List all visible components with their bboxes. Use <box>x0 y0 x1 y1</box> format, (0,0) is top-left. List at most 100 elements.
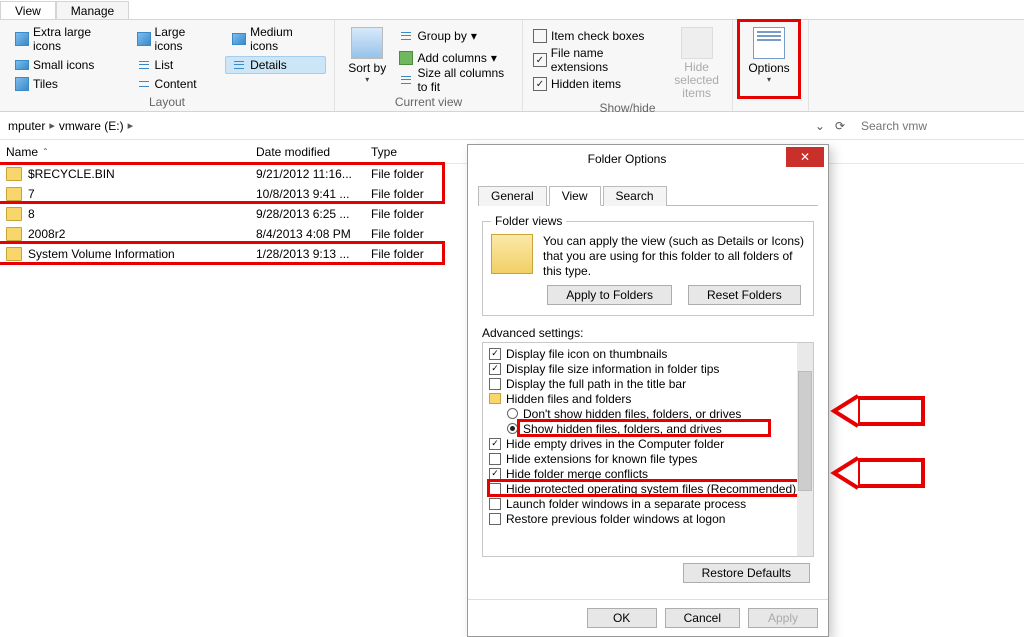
layout-tiles[interactable]: Tiles <box>8 75 124 93</box>
list-icon <box>137 58 151 72</box>
group-by-button[interactable]: Group by ▾ <box>397 26 514 46</box>
checkbox-icon: ✓ <box>533 77 547 91</box>
options-icon <box>753 27 785 59</box>
adv-display-full-path[interactable]: Display the full path in the title bar <box>489 376 809 391</box>
arrow-callout-2 <box>828 450 928 496</box>
adv-hidden-files-folder: Hidden files and folders <box>489 391 809 406</box>
radio-icon <box>507 423 518 434</box>
layout-extra-large[interactable]: Extra large icons <box>8 23 124 55</box>
scrollbar[interactable] <box>797 343 813 556</box>
checkbox-icon: ✓ <box>489 468 501 480</box>
adv-display-file-size[interactable]: ✓Display file size information in folder… <box>489 361 809 376</box>
folder-icon <box>6 207 22 221</box>
column-header-type[interactable]: Type <box>371 145 471 159</box>
size-columns-button[interactable]: Size all columns to fit <box>397 70 514 90</box>
tab-general[interactable]: General <box>478 186 547 206</box>
tab-view-dlg[interactable]: View <box>549 186 601 206</box>
layout-content[interactable]: Content <box>130 75 220 93</box>
options-button[interactable]: Options▾ <box>741 23 797 95</box>
item-check-boxes-checkbox[interactable]: Item check boxes <box>531 26 663 46</box>
file-name-extensions-checkbox[interactable]: ✓File name extensions <box>531 50 663 70</box>
layout-details[interactable]: Details <box>225 56 326 74</box>
adv-hide-protected-os-files[interactable]: Hide protected operating system files (R… <box>489 481 809 496</box>
adv-dont-show-hidden[interactable]: Don't show hidden files, folders, or dri… <box>489 406 809 421</box>
breadcrumb-bar: mputer ▸ vmware (E:) ▸ ⌄ ⟳ <box>0 112 1024 140</box>
large-icon <box>137 32 151 46</box>
checkbox-icon <box>489 513 501 525</box>
extra-large-icon <box>15 32 29 46</box>
folder-icon <box>6 247 22 261</box>
ok-button[interactable]: OK <box>587 608 657 628</box>
adv-hide-empty-drives[interactable]: ✓Hide empty drives in the Computer folde… <box>489 436 809 451</box>
add-columns-button[interactable]: Add columns ▾ <box>397 48 514 68</box>
folder-views-legend: Folder views <box>491 214 566 228</box>
layout-small[interactable]: Small icons <box>8 56 124 74</box>
column-header-date[interactable]: Date modified <box>256 145 371 159</box>
breadcrumb-computer[interactable]: mputer <box>8 119 45 133</box>
checkbox-icon: ✓ <box>489 438 501 450</box>
tab-manage[interactable]: Manage <box>56 1 129 19</box>
apply-button[interactable]: Apply <box>748 608 818 628</box>
ribbon: Extra large icons Small icons Tiles Larg… <box>0 20 1024 112</box>
tab-search[interactable]: Search <box>603 186 667 206</box>
advanced-settings-label: Advanced settings: <box>482 326 814 340</box>
breadcrumb-drive[interactable]: vmware (E:) <box>59 119 124 133</box>
checkbox-icon <box>533 29 547 43</box>
apply-to-folders-button[interactable]: Apply to Folders <box>547 285 672 305</box>
adv-restore-previous-windows[interactable]: Restore previous folder windows at logon <box>489 511 809 526</box>
chevron-down-icon: ▾ <box>491 51 497 65</box>
folder-icon <box>6 187 22 201</box>
folder-options-dialog: Folder Options ✕ General View Search Fol… <box>467 144 829 637</box>
sort-caret-icon: ⌃ <box>42 147 49 156</box>
tab-view[interactable]: View <box>0 1 56 19</box>
history-dropdown-icon[interactable]: ⌄ <box>815 119 825 133</box>
sort-icon <box>351 27 383 59</box>
layout-large[interactable]: Large icons <box>130 23 220 55</box>
checkbox-icon: ✓ <box>533 53 547 67</box>
adv-hide-extensions[interactable]: Hide extensions for known file types <box>489 451 809 466</box>
adv-show-hidden[interactable]: Show hidden files, folders, and drives <box>489 421 809 436</box>
medium-icon <box>232 33 246 45</box>
folder-views-description: You can apply the view (such as Details … <box>543 234 805 279</box>
close-button[interactable]: ✕ <box>786 147 824 167</box>
checkbox-icon <box>489 453 501 465</box>
folder-views-icon <box>491 234 533 274</box>
sort-by-button[interactable]: Sort by▾ <box>343 23 391 95</box>
column-header-name[interactable]: Name⌃ <box>0 145 256 159</box>
radio-icon <box>507 408 518 419</box>
adv-display-file-icon[interactable]: ✓Display file icon on thumbnails <box>489 346 809 361</box>
arrow-callout-1 <box>828 388 928 434</box>
folder-icon <box>489 393 501 404</box>
chevron-right-icon: ▸ <box>128 119 134 132</box>
group-by-icon <box>399 29 413 43</box>
checkbox-icon <box>489 498 501 510</box>
group-label-current-view: Current view <box>343 95 514 111</box>
folder-icon <box>6 167 22 181</box>
dialog-title: Folder Options <box>468 152 786 166</box>
layout-list[interactable]: List <box>130 56 220 74</box>
checkbox-icon: ✓ <box>489 348 501 360</box>
scrollbar-thumb[interactable] <box>798 371 812 491</box>
reset-folders-button[interactable]: Reset Folders <box>688 285 801 305</box>
refresh-icon[interactable]: ⟳ <box>835 119 845 133</box>
search-input[interactable] <box>861 119 1016 133</box>
restore-defaults-button[interactable]: Restore Defaults <box>683 563 810 583</box>
chevron-right-icon: ▸ <box>49 119 55 132</box>
hide-selected-items-button[interactable]: Hide selected items <box>669 23 724 101</box>
checkbox-icon <box>489 483 501 495</box>
size-columns-icon <box>399 73 413 87</box>
hide-selected-icon <box>681 27 713 59</box>
chevron-down-icon: ▾ <box>767 75 771 84</box>
layout-medium[interactable]: Medium icons <box>225 23 326 55</box>
group-label-layout: Layout <box>8 95 326 111</box>
hidden-items-checkbox[interactable]: ✓Hidden items <box>531 74 663 94</box>
advanced-settings-list: ✓Display file icon on thumbnails ✓Displa… <box>482 342 814 557</box>
close-icon: ✕ <box>786 150 824 164</box>
content-icon <box>137 77 151 91</box>
adv-launch-separate-process[interactable]: Launch folder windows in a separate proc… <box>489 496 809 511</box>
chevron-down-icon: ▾ <box>471 29 477 43</box>
cancel-button[interactable]: Cancel <box>665 608 740 628</box>
checkbox-icon <box>489 378 501 390</box>
chevron-down-icon: ▾ <box>365 75 369 84</box>
adv-hide-merge-conflicts[interactable]: ✓Hide folder merge conflicts <box>489 466 809 481</box>
